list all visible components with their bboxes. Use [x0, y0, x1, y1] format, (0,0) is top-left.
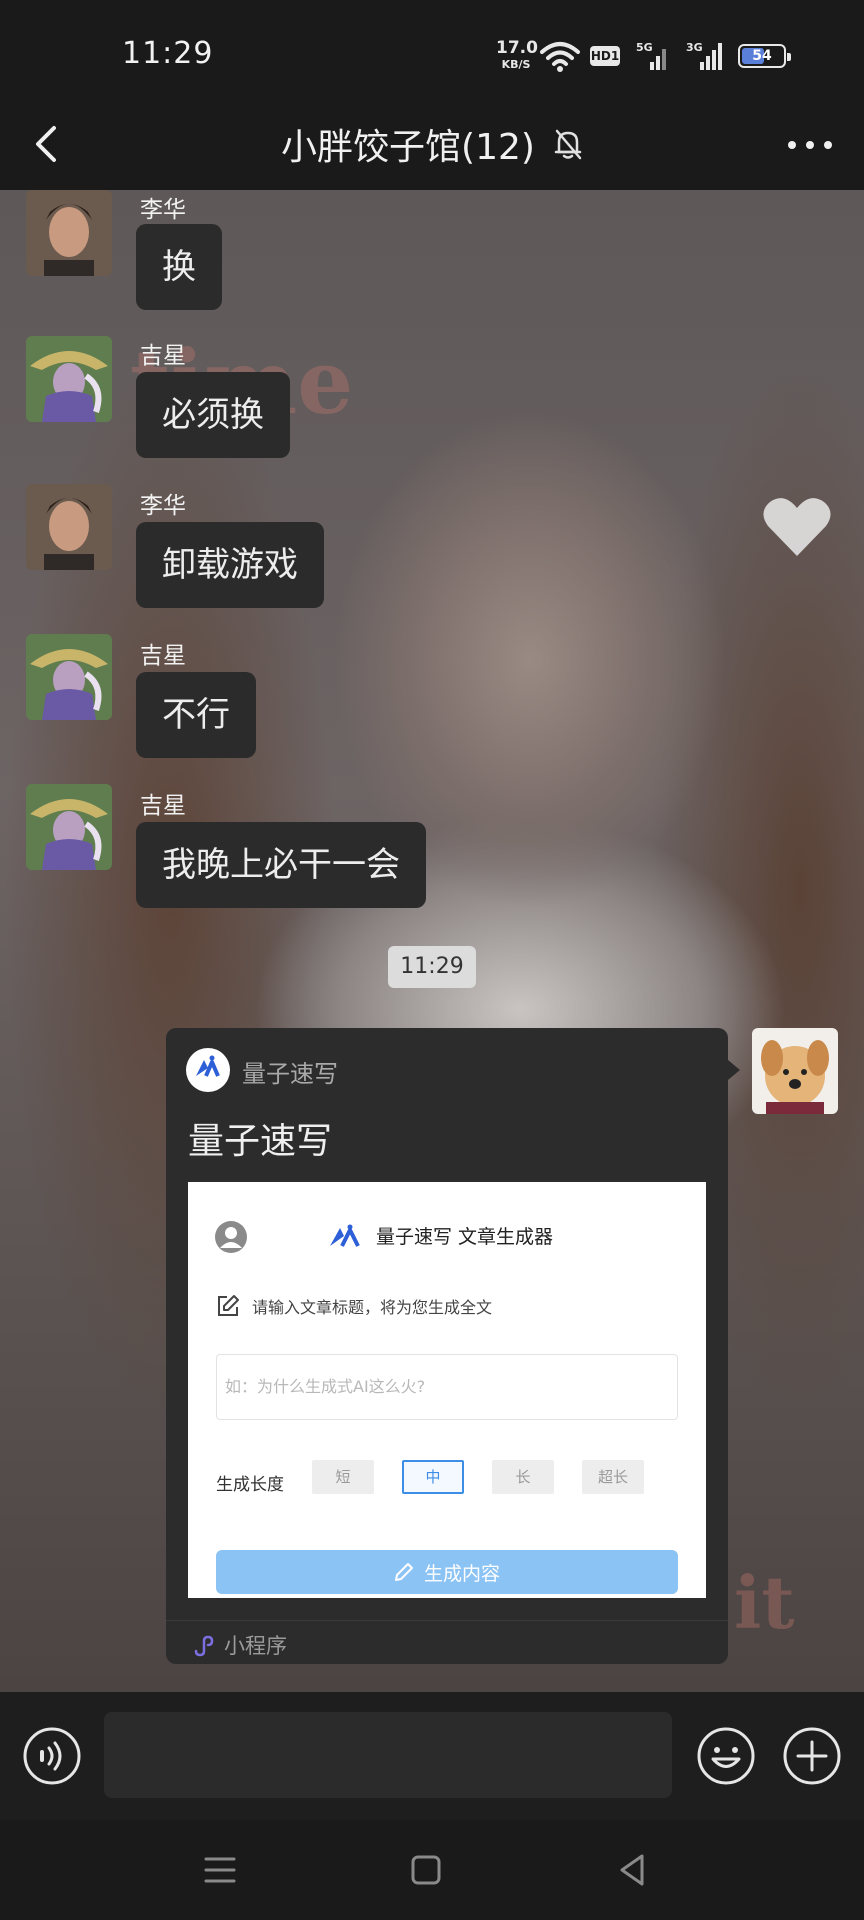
chat-header: 小胖饺子馆(12) [0, 100, 864, 190]
message-bubble[interactable]: 我晚上必干一会 [136, 822, 426, 908]
sender-name: 李华 [140, 197, 186, 223]
signal-icon: 3G [686, 41, 722, 70]
plus-icon[interactable] [782, 1726, 842, 1786]
sender-name: 李华 [140, 493, 186, 519]
pencil-icon [394, 1563, 413, 1581]
battery-tip [787, 53, 791, 61]
mini-program-icon [194, 1635, 214, 1657]
preview-prompt-text: 请输入文章标题，将为您生成全文 [252, 1298, 493, 1317]
wifi-icon [540, 42, 580, 72]
length-option-long[interactable]: 长 [492, 1460, 554, 1494]
back-triangle-icon[interactable] [612, 1850, 652, 1890]
message-timestamp: 11:29 [388, 946, 476, 988]
preview-header-text: 量子速写 文章生成器 [376, 1226, 554, 1248]
mini-program-card[interactable]: 量子速写 量子速写 量子速写 文章生成器 请输入文章标题，将为您生成全文 如：为… [166, 1028, 740, 1664]
sim2-label: 3G [686, 41, 703, 54]
article-title-input[interactable]: 如：为什么生成式AI这么火? [216, 1354, 678, 1420]
avatar-self[interactable] [752, 1028, 838, 1114]
hd-badge: HD1 [590, 46, 620, 66]
network-speed: 17.0 KB/S [496, 38, 538, 71]
heart-icon [763, 498, 831, 556]
generate-button[interactable]: 生成内容 [216, 1550, 678, 1594]
sender-name: 吉星 [140, 343, 186, 369]
emoji-icon[interactable] [696, 1726, 756, 1786]
mini-program-footer-label: 小程序 [224, 1634, 287, 1658]
avatar-jixing[interactable] [26, 634, 112, 720]
menu-icon[interactable] [200, 1850, 240, 1890]
length-option-extra-long[interactable]: 超长 [582, 1460, 644, 1494]
more-icon[interactable] [780, 122, 840, 168]
chat-area[interactable]: time it 李华 换 吉星 必须换 李华 卸载游戏 吉星 不行 吉星 我晚上… [0, 190, 864, 1692]
sim1-label: 5G [636, 41, 653, 54]
battery-percent: 54 [752, 48, 772, 64]
mini-program-logo-icon [186, 1048, 230, 1092]
home-icon[interactable] [406, 1850, 446, 1890]
sender-name: 吉星 [140, 793, 186, 819]
message-bubble[interactable]: 不行 [136, 672, 256, 758]
status-bar: 11:29 17.0 KB/S HD1 5G 3G 54 [0, 0, 864, 100]
battery-icon: 54 [738, 44, 791, 68]
mini-program-preview[interactable]: 量子速写 文章生成器 请输入文章标题，将为您生成全文 如：为什么生成式AI这么火… [188, 1182, 706, 1598]
length-option-medium[interactable]: 中 [402, 1460, 464, 1494]
network-speed-value: 17.0 [496, 38, 538, 58]
mini-program-footer: 小程序 [192, 1630, 287, 1660]
chat-title[interactable]: 小胖饺子馆(12) [281, 118, 535, 170]
message-input[interactable] [104, 1712, 672, 1798]
status-time: 11:29 [122, 36, 214, 71]
avatar-lihua[interactable] [26, 484, 112, 570]
card-divider [166, 1620, 728, 1621]
preview-header: 量子速写 文章生成器 [328, 1222, 553, 1249]
chat-title-wrap: 小胖饺子馆(12) [0, 118, 864, 170]
avatar-jixing[interactable] [26, 784, 112, 870]
background-text-it: it [734, 1560, 795, 1645]
input-bar [0, 1692, 864, 1820]
user-icon [215, 1221, 247, 1253]
message-bubble[interactable]: 换 [136, 224, 222, 310]
voice-icon[interactable] [22, 1726, 82, 1786]
brand-logo-icon [330, 1224, 360, 1247]
edit-icon [218, 1295, 239, 1316]
preview-prompt: 请输入文章标题，将为您生成全文 [216, 1294, 492, 1318]
generate-button-label: 生成内容 [423, 1562, 500, 1585]
length-label: 生成长度 [216, 1475, 284, 1495]
avatar-lihua[interactable] [26, 190, 112, 276]
message-bubble[interactable]: 必须换 [136, 372, 290, 458]
sender-name: 吉星 [140, 643, 186, 669]
mini-program-title: 量子速写 [188, 1121, 333, 1162]
bell-muted-icon [554, 129, 582, 160]
signal-icon: 5G [636, 41, 666, 70]
network-speed-unit: KB/S [501, 58, 531, 71]
message-bubble[interactable]: 卸载游戏 [136, 522, 324, 608]
length-option-short[interactable]: 短 [312, 1460, 374, 1494]
system-nav-bar [0, 1820, 864, 1920]
avatar-jixing[interactable] [26, 336, 112, 422]
mini-program-brand: 量子速写 [242, 1060, 338, 1088]
